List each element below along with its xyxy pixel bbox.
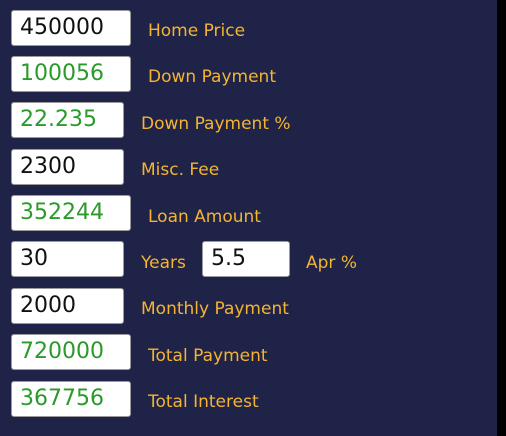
monthly-payment-input[interactable]: 2000 — [11, 288, 124, 324]
total-interest-field[interactable]: 367756 — [11, 381, 131, 417]
home-price-input[interactable]: 450000 — [11, 10, 131, 46]
loan-amount-label: Loan Amount — [148, 207, 261, 227]
total-payment-label: Total Payment — [148, 346, 268, 366]
apr-label: Apr % — [306, 253, 357, 273]
home-price-label: Home Price — [148, 21, 246, 41]
total-payment-field[interactable]: 720000 — [11, 334, 131, 370]
right-edge-strip — [497, 0, 506, 436]
years-input[interactable]: 30 — [11, 241, 124, 277]
misc-fee-label: Misc. Fee — [141, 160, 220, 180]
total-interest-label: Total Interest — [148, 392, 259, 412]
down-payment-percent-label: Down Payment % — [141, 114, 291, 134]
down-payment-label: Down Payment — [148, 67, 276, 87]
monthly-payment-label: Monthly Payment — [141, 299, 289, 319]
years-label: Years — [141, 253, 186, 273]
down-payment-field[interactable]: 100056 — [11, 56, 131, 92]
misc-fee-input[interactable]: 2300 — [11, 149, 124, 185]
apr-input[interactable]: 5.5 — [202, 241, 290, 277]
down-payment-percent-field[interactable]: 22.235 — [11, 102, 124, 138]
loan-amount-field[interactable]: 352244 — [11, 195, 131, 231]
